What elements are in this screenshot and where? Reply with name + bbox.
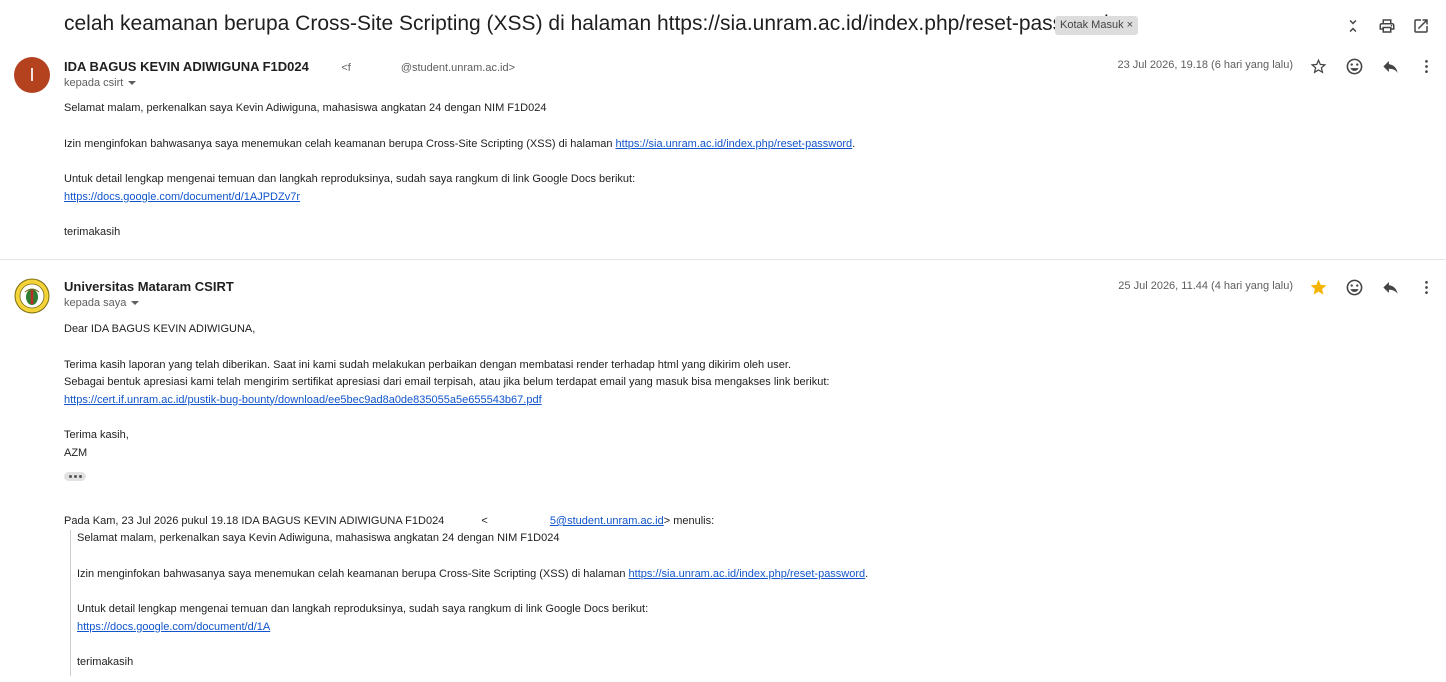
- more-vert-icon: [1424, 280, 1428, 294]
- body-signature: AZM: [64, 446, 88, 459]
- label-text: Kotak Masuk: [1060, 19, 1124, 31]
- chevron-down-icon: [131, 301, 140, 306]
- body-signoff: Terima kasih,: [64, 429, 129, 441]
- redaction: [308, 60, 337, 73]
- quoted-greeting: Selamat malam, perkenalkan saya Kevin Ad…: [77, 532, 560, 544]
- message-date: 23 Jul 2026, 19.18 (6 hari yang lalu): [1117, 59, 1293, 71]
- star-button[interactable]: [1300, 275, 1336, 299]
- body-paragraph: Izin menginfokan bahwasanya saya menemuk…: [64, 136, 855, 154]
- message-2-body: Dear IDA BAGUS KEVIN ADIWIGUNA, Terima k…: [64, 321, 829, 462]
- message-1-sender: IDA BAGUS KEVIN ADIWIGUNA F1D024 <f @stud…: [64, 58, 515, 76]
- message-1-body: Selamat malam, perkenalkan saya Kevin Ad…: [64, 100, 855, 242]
- star-icon: [1310, 279, 1326, 295]
- recipient-details-toggle[interactable]: kepada saya: [64, 297, 140, 309]
- body-paragraph: https://cert.if.unram.ac.id/pustik-bug-b…: [64, 392, 829, 410]
- dot-icon: [78, 475, 82, 478]
- quoted-paragraph: Izin menginfokan bahwasanya saya menemuk…: [77, 566, 868, 584]
- quote-header-text: > menulis:: [663, 515, 715, 527]
- open-in-new-icon: [1414, 19, 1428, 33]
- quoted-reset-password-link[interactable]: https://sia.unram.ac.id/index.php/reset-…: [629, 568, 866, 580]
- dot-icon: [68, 475, 72, 478]
- recipient-text: kepada saya: [64, 297, 127, 309]
- recipient-text: kepada csirt: [64, 77, 124, 89]
- university-logo-avatar[interactable]: [14, 278, 50, 314]
- message-2-actions: [1300, 275, 1444, 299]
- redaction: [350, 60, 401, 73]
- emoji-reaction-icon: [1346, 58, 1362, 74]
- thread-toolbar: [1336, 14, 1438, 38]
- quoted-paragraph: Untuk detail lengkap mengenai temuan dan…: [77, 603, 649, 615]
- chevron-down-icon: [128, 81, 137, 86]
- quoted-closing: terimakasih: [77, 656, 134, 668]
- reply-icon: [1382, 281, 1398, 294]
- redaction: [444, 515, 479, 528]
- body-greeting: Dear IDA BAGUS KEVIN ADIWIGUNA,: [64, 323, 256, 335]
- star-icon: [1310, 58, 1326, 74]
- open-in-new-window-button[interactable]: [1404, 14, 1438, 38]
- print-button[interactable]: [1370, 14, 1404, 38]
- quoted-message: Selamat malam, perkenalkan saya Kevin Ad…: [70, 530, 868, 676]
- body-paragraph: https://docs.google.com/document/d/1AJPD…: [64, 189, 855, 207]
- body-greeting: Selamat malam, perkenalkan saya Kevin Ad…: [64, 102, 547, 114]
- reset-password-link[interactable]: https://sia.unram.ac.id/index.php/reset-…: [616, 138, 853, 150]
- university-seal-icon: [14, 278, 50, 314]
- more-options-button[interactable]: [1408, 54, 1444, 78]
- google-docs-link[interactable]: https://docs.google.com/document/d/1AJPD…: [64, 191, 300, 203]
- body-paragraph: Untuk detail lengkap mengenai temuan dan…: [64, 173, 636, 185]
- body-paragraph: Terima kasih laporan yang telah diberika…: [64, 358, 792, 371]
- quoted-google-docs-link[interactable]: https://docs.google.com/document/d/1A: [77, 621, 270, 633]
- emoji-reaction-icon: [1346, 279, 1362, 295]
- sender-name[interactable]: Universitas Mataram CSIRT: [64, 279, 234, 294]
- message-1-actions: [1300, 54, 1444, 78]
- quoted-text: Izin menginfokan bahwasanya saya menemuk…: [77, 567, 629, 580]
- sender-avatar[interactable]: I: [14, 57, 50, 93]
- message-divider: [0, 259, 1446, 260]
- quoted-sender-email-link[interactable]: 5@student.unram.ac.id: [550, 515, 664, 527]
- body-text: Izin menginfokan bahwasanya saya menemuk…: [64, 137, 616, 150]
- quoted-paragraph: https://docs.google.com/document/d/1A: [77, 619, 868, 637]
- recipient-details-toggle[interactable]: kepada csirt: [64, 77, 137, 89]
- add-reaction-button[interactable]: [1336, 54, 1372, 78]
- body-text: .: [852, 137, 856, 150]
- reply-button[interactable]: [1372, 54, 1408, 78]
- dot-icon: [73, 475, 77, 478]
- print-icon: [1379, 19, 1395, 33]
- collapse-all-button[interactable]: [1336, 14, 1370, 38]
- more-vert-icon: [1424, 59, 1428, 73]
- reply-button[interactable]: [1372, 275, 1408, 299]
- sender-email-suffix: @student.unram.ac.id>: [400, 62, 516, 74]
- certificate-download-link[interactable]: https://cert.if.unram.ac.id/pustik-bug-b…: [64, 394, 542, 406]
- quote-header-text: Pada Kam, 23 Jul 2026 pukul 19.18 IDA BA…: [64, 515, 445, 527]
- reply-icon: [1382, 60, 1398, 73]
- sender-email-prefix: <f: [341, 62, 351, 74]
- unfold-less-icon: [1349, 20, 1357, 32]
- star-button[interactable]: [1300, 54, 1336, 78]
- redaction: [487, 515, 550, 528]
- more-options-button[interactable]: [1408, 275, 1444, 299]
- email-subject: celah keamanan berupa Cross-Site Scripti…: [64, 12, 1109, 35]
- inbox-label-chip[interactable]: Kotak Masuk ×: [1055, 16, 1139, 35]
- show-trimmed-content-button[interactable]: [64, 472, 86, 481]
- sender-name[interactable]: IDA BAGUS KEVIN ADIWIGUNA F1D024: [64, 59, 309, 74]
- quoted-text: .: [865, 567, 869, 580]
- body-paragraph: Sebagai bentuk apresiasi kami telah meng…: [64, 376, 830, 388]
- message-date: 25 Jul 2026, 11.44 (4 hari yang lalu): [1118, 280, 1293, 292]
- quote-header: Pada Kam, 23 Jul 2026 pukul 19.18 IDA BA…: [64, 513, 714, 531]
- remove-label-icon[interactable]: ×: [1127, 19, 1133, 31]
- body-closing: terimakasih: [64, 226, 121, 238]
- add-reaction-button[interactable]: [1336, 275, 1372, 299]
